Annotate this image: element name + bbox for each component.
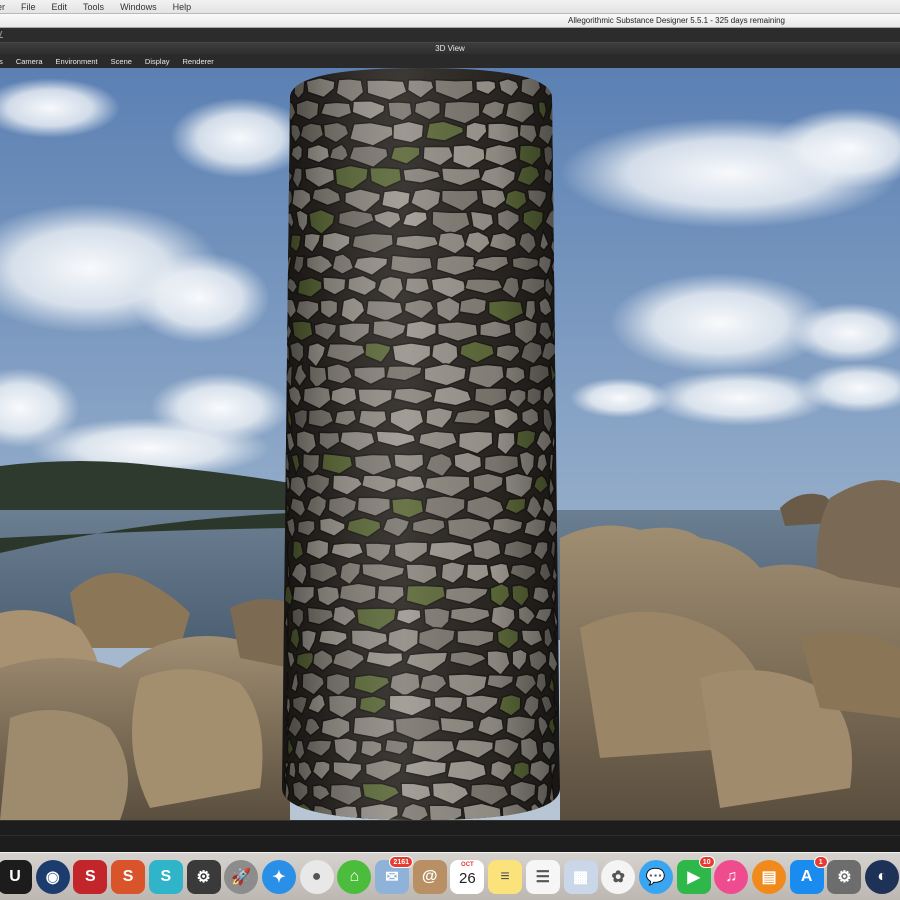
messages-icon[interactable]: 💬 <box>638 860 673 894</box>
mac-dock: U ◉ S S S ⚙ 🚀 ✦ ● ⌂ ✉ 2161 @ OCT 26 ≡ ☰ ▦ ✿ 💬 ▶ 10 ♫ ▤ A 1 ⚙ ◐ <box>0 852 900 900</box>
preview-glyph: ▦ <box>572 869 589 886</box>
menu-item-app[interactable]: er <box>0 2 13 12</box>
collapse-caret-icon[interactable] <box>0 31 6 38</box>
macos-glyph: ◐ <box>877 868 887 885</box>
notification-badge: 2161 <box>389 856 413 868</box>
notes-glyph: ≡ <box>500 868 510 885</box>
chrome-icon[interactable]: ● <box>299 860 334 894</box>
calendar-month: OCT <box>461 862 474 868</box>
substance-painter-glyph: S <box>85 868 96 885</box>
messages-glyph: 💬 <box>645 869 666 886</box>
facetime-icon[interactable]: ▶ 10 <box>676 856 715 894</box>
calendar-icon[interactable]: OCT 26 <box>450 860 485 894</box>
photos-icon[interactable]: ✿ <box>601 860 636 894</box>
substance-designer-glyph: S <box>122 868 134 885</box>
viewport-menu-materials[interactable]: ts <box>0 57 9 66</box>
menu-item-tools[interactable]: Tools <box>75 2 112 12</box>
notes-icon[interactable]: ≡ <box>488 860 523 894</box>
stone-cylinder <box>282 68 560 820</box>
menu-item-edit[interactable]: Edit <box>44 2 76 12</box>
calendar-day: 26 <box>459 870 476 887</box>
mail-stamp-glyph: ✉ <box>385 869 399 886</box>
reminders-glyph: ☰ <box>535 869 550 886</box>
toolbar-strip <box>0 28 900 42</box>
panel-header-3d-view: 3D View <box>0 42 900 54</box>
app-store-icon[interactable]: A1 <box>789 856 828 894</box>
safari-glyph: ✦ <box>272 869 286 886</box>
launchpad-glyph: 🚀 <box>231 869 252 886</box>
app-store-green-glyph: ⌂ <box>349 868 360 885</box>
menu-item-help[interactable]: Help <box>165 2 200 12</box>
contacts-icon[interactable]: @ <box>412 860 447 894</box>
notification-badge: 10 <box>698 856 715 868</box>
mail-stamp-icon[interactable]: ✉ 2161 <box>375 856 413 894</box>
panel-bottom-bar <box>0 820 900 852</box>
unreal-engine-glyph: U <box>9 868 21 885</box>
unreal-engine-icon[interactable]: U <box>0 860 32 894</box>
cinema4d-icon[interactable]: ◉ <box>35 860 70 894</box>
preview-icon[interactable]: ▦ <box>563 860 598 894</box>
cinema4d-glyph: ◉ <box>45 869 60 886</box>
substance-bitmap-glyph: S <box>160 868 172 885</box>
notification-badge: 1 <box>813 856 828 868</box>
facetime-glyph: ▶ <box>687 869 700 886</box>
system-preferences-icon[interactable]: ⚙ <box>827 860 862 894</box>
safari-icon[interactable]: ✦ <box>261 860 296 894</box>
contacts-glyph: @ <box>421 868 438 885</box>
macos-icon[interactable]: ◐ <box>865 860 900 894</box>
photos-glyph: ✿ <box>611 869 625 886</box>
itunes-icon[interactable]: ♫ <box>714 860 749 894</box>
window-title: Allegorithmic Substance Designer 5.5.1 -… <box>568 16 786 25</box>
app-store-glyph: A <box>800 868 813 885</box>
itunes-glyph: ♫ <box>725 868 738 885</box>
substance-painter-icon[interactable]: S <box>73 860 108 894</box>
substance-player-icon[interactable]: ⚙ <box>186 860 221 894</box>
viewport-menu-renderer[interactable]: Renderer <box>176 57 220 66</box>
viewport-scene <box>0 68 900 820</box>
substance-designer-icon[interactable]: S <box>111 860 146 894</box>
viewport-menu-scene[interactable]: Scene <box>104 57 138 66</box>
3d-viewport[interactable] <box>0 68 900 820</box>
mac-menubar: er File Edit Tools Windows Help <box>0 0 900 14</box>
app-store-green-icon[interactable]: ⌂ <box>337 860 372 894</box>
ibooks-icon[interactable]: ▤ <box>752 860 786 894</box>
menu-item-windows[interactable]: Windows <box>112 2 165 12</box>
viewport-menu-camera[interactable]: Camera <box>9 57 49 66</box>
window-titlebar: Allegorithmic Substance Designer 5.5.1 -… <box>0 14 900 28</box>
ibooks-glyph: ▤ <box>761 869 777 886</box>
substance-player-glyph: ⚙ <box>196 869 211 886</box>
viewport-menu-environment[interactable]: Environment <box>49 57 104 66</box>
substance-bitmap-icon[interactable]: S <box>148 860 183 894</box>
viewport-menubar: ts Camera Environment Scene Display Rend… <box>0 54 900 68</box>
viewport-menu-display[interactable]: Display <box>138 57 176 66</box>
system-preferences-glyph: ⚙ <box>837 869 852 886</box>
menu-item-file[interactable]: File <box>13 2 44 12</box>
launchpad-icon[interactable]: 🚀 <box>224 860 259 894</box>
reminders-icon[interactable]: ☰ <box>525 860 560 894</box>
chrome-glyph: ● <box>311 868 322 885</box>
